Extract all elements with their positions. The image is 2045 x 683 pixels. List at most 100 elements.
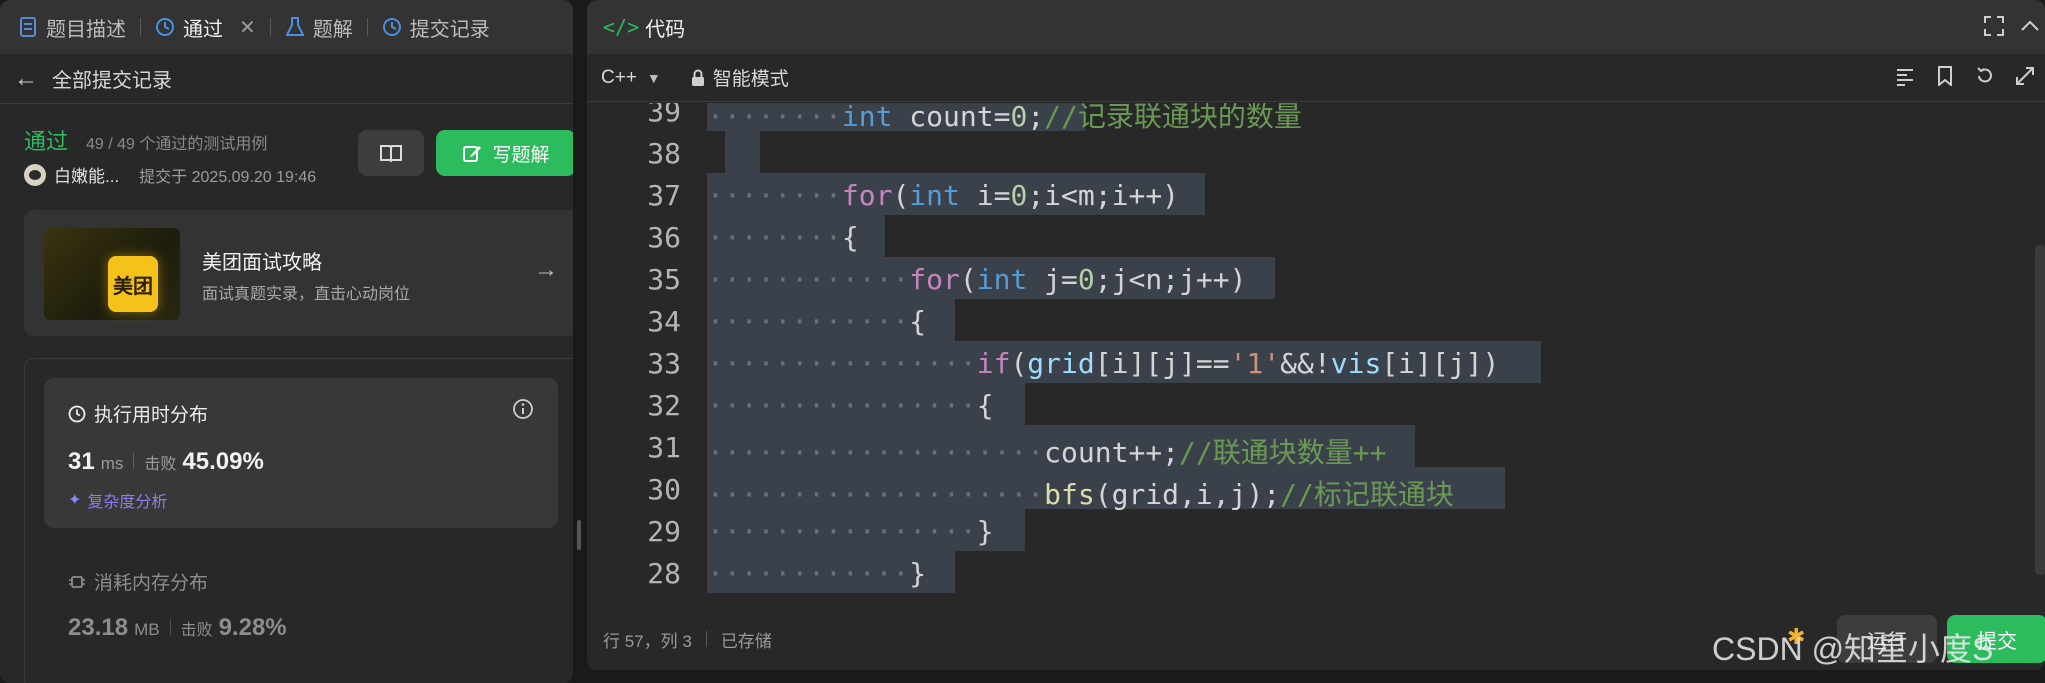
bookmark-icon[interactable] xyxy=(1925,66,1965,86)
code-editor[interactable]: 39 ········int count=0;//记录联通块的数量 38 37 … xyxy=(587,103,2027,598)
write-solution-button[interactable]: 写题解 xyxy=(436,130,573,176)
language-select[interactable]: C++ ▼ xyxy=(601,67,661,89)
memory-metric: 23.18 MB 击败 9.28% xyxy=(68,614,287,642)
runtime-beat-pct: 45.09% xyxy=(182,448,264,475)
code-line: 38 xyxy=(587,131,2027,173)
code-panel: </> 代码 C++ ▼ 智能模式 39 ········int count=0… xyxy=(587,0,2045,670)
back-label: 全部提交记录 xyxy=(52,70,172,92)
chevron-down-icon: ▼ xyxy=(646,69,661,86)
tab-accepted[interactable]: 通过 ✕ xyxy=(155,0,256,54)
memory-title[interactable]: 消耗内存分布 xyxy=(68,568,208,595)
runtime-metric: 31 ms 击败 45.09% xyxy=(68,448,264,476)
promo-image: 美团 xyxy=(44,228,180,320)
code-line: 33 ················if(grid[i][j]=='1'&&!… xyxy=(587,341,2027,383)
tab-separator xyxy=(140,18,141,36)
clock-icon xyxy=(68,405,86,422)
selection-highlight xyxy=(725,131,760,173)
line-number: 28 xyxy=(647,557,681,590)
memory-value: 23.18 xyxy=(68,614,129,641)
code-text: ············{ xyxy=(707,305,927,338)
saved-status: 已存储 xyxy=(720,631,772,651)
avatar[interactable] xyxy=(24,163,46,186)
book-button[interactable] xyxy=(358,130,424,176)
test-cases-passed: 49 / 49 个通过的测试用例 xyxy=(86,136,268,153)
smart-mode-toggle[interactable]: 智能模式 xyxy=(691,64,789,91)
author-row: 白嫩能... 提交于 2025.09.20 19:46 xyxy=(24,162,316,187)
code-line: 39 ········int count=0;//记录联通块的数量 xyxy=(587,103,2027,133)
tab-accepted-label: 通过 xyxy=(183,18,223,41)
promo-title: 美团面试攻略 xyxy=(202,252,322,274)
memory-beat-label: 击败 xyxy=(180,622,213,639)
complexity-analysis-link[interactable]: ✦ 复杂度分析 xyxy=(68,488,167,512)
line-number: 31 xyxy=(647,431,681,464)
runtime-beat-label: 击败 xyxy=(144,456,177,473)
runtime-value: 31 xyxy=(68,448,95,475)
memory-title-label: 消耗内存分布 xyxy=(94,573,209,594)
code-panel-header: </> 代码 xyxy=(587,0,2045,54)
submission-panel: 题目描述 通过 ✕ 题解 提交记录 ← 全部提交记录 通过 49 / 49 个通… xyxy=(0,0,573,683)
divider xyxy=(133,453,135,469)
editor-tool-icons xyxy=(1885,66,2045,86)
tab-solutions[interactable]: 题解 xyxy=(285,0,353,54)
runtime-card[interactable]: 执行用时分布 31 ms 击败 45.09% ✦ 复杂度分析 xyxy=(44,378,558,528)
flask-icon xyxy=(285,17,305,37)
code-line: 31 ····················count++;//联通块数量++ xyxy=(587,425,2027,469)
code-text: ············} xyxy=(707,557,927,590)
indent-guide: ········ xyxy=(707,103,842,133)
tab-submissions-label: 提交记录 xyxy=(409,18,490,41)
reset-icon[interactable] xyxy=(1965,66,2005,86)
back-to-all-submissions[interactable]: ← 全部提交记录 xyxy=(0,54,573,104)
code-text: ············for(int j=0;j<n;j++) xyxy=(707,263,1247,296)
code-text: ················} xyxy=(707,515,994,548)
format-icon[interactable] xyxy=(1885,66,1925,86)
line-number: 35 xyxy=(647,263,681,296)
line-number: 29 xyxy=(647,515,681,548)
complexity-label: 复杂度分析 xyxy=(87,494,168,511)
memory-beat-pct: 9.28% xyxy=(218,614,287,641)
sparkle-icon: ✦ xyxy=(68,492,82,509)
editor-scrollbar[interactable] xyxy=(2035,245,2045,575)
promo-subtitle: 面试真题实录，直击心动岗位 xyxy=(202,286,411,303)
tab-description[interactable]: 题目描述 xyxy=(18,0,126,54)
code-text: ····················count++;//联通块数量++ xyxy=(707,436,1387,469)
expand-icon[interactable] xyxy=(2005,66,2045,86)
status-badge: 通过 xyxy=(24,129,69,154)
code-text: ········{ xyxy=(707,221,859,254)
line-number: 30 xyxy=(647,473,681,506)
author-name[interactable]: 白嫩能... xyxy=(54,162,119,187)
submitted-time: 提交于 2025.09.20 19:46 xyxy=(139,168,317,186)
promo-card[interactable]: 美团 美团面试攻略 面试真题实录，直击心动岗位 → xyxy=(24,210,573,336)
language-label: C++ xyxy=(601,66,637,88)
info-icon[interactable] xyxy=(512,398,534,425)
tab-separator xyxy=(366,18,368,36)
code-line: 37 ········for(int i=0;i<m;i++) xyxy=(587,173,2027,215)
divider xyxy=(169,619,171,635)
runtime-title: 执行用时分布 xyxy=(68,400,208,427)
history-icon xyxy=(382,17,402,37)
code-line: 35 ············for(int j=0;j<n;j++) xyxy=(587,257,2027,299)
mode-label: 智能模式 xyxy=(712,69,789,90)
code-text: ····················bfs(grid,i,j);//标记联通… xyxy=(707,478,1454,511)
line-number: 37 xyxy=(647,179,681,212)
write-solution-label: 写题解 xyxy=(492,144,550,166)
code-line: 32 ················{ xyxy=(587,383,2027,425)
divider xyxy=(705,631,707,647)
cursor-position: 行 57，列 3 xyxy=(603,631,692,651)
close-icon[interactable]: ✕ xyxy=(239,15,256,40)
book-icon xyxy=(380,145,402,163)
left-tab-bar: 题目描述 通过 ✕ 题解 提交记录 xyxy=(0,0,573,54)
watermark: CSDN @知星小度S xyxy=(1712,631,1994,667)
chevron-up-icon[interactable] xyxy=(2019,15,2041,42)
code-text: ················if(grid[i][j]=='1'&&!vis… xyxy=(707,347,1500,380)
document-icon xyxy=(18,17,38,37)
arrow-left-icon: ← xyxy=(14,64,38,92)
code-icon: </> xyxy=(603,15,640,39)
code-line: 29 ················} xyxy=(587,509,2027,551)
history-icon xyxy=(155,17,175,37)
resize-handle[interactable] xyxy=(577,520,581,550)
tab-separator xyxy=(269,18,271,36)
fullscreen-icon[interactable] xyxy=(1983,15,2005,42)
code-text: ········for(int i=0;i<m;i++) xyxy=(707,179,1180,212)
line-number: 38 xyxy=(647,137,681,170)
tab-submissions[interactable]: 提交记录 xyxy=(382,0,490,54)
